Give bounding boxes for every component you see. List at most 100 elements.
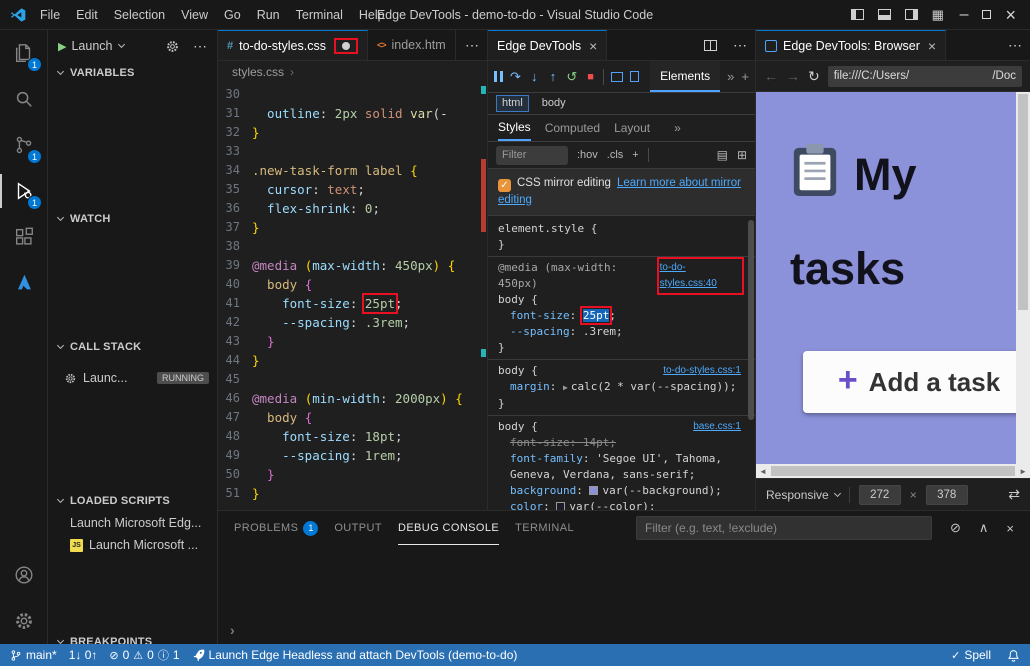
browser-screencast[interactable]: My tasks + Add a task ◄ ► xyxy=(756,92,1030,478)
activity-run-debug[interactable]: 1 xyxy=(0,168,47,214)
code-line[interactable]: 41 font-size: 25pt; xyxy=(218,294,487,313)
tab-problems[interactable]: PROBLEMS 1 xyxy=(234,511,318,545)
toggle-sidebar-icon[interactable] xyxy=(851,9,864,20)
css-property[interactable]: color: var(--color); xyxy=(488,499,755,510)
activity-extensions[interactable] xyxy=(0,214,47,260)
code-line[interactable]: 30 xyxy=(218,85,487,104)
maximize-panel-icon[interactable]: ∧ xyxy=(979,520,989,536)
minimize-button[interactable]: – xyxy=(960,0,969,30)
pause-icon[interactable] xyxy=(494,71,503,82)
loaded-script-item[interactable]: Launch Microsoft Edg... xyxy=(48,512,217,534)
forward-icon[interactable]: → xyxy=(786,68,800,84)
url-input[interactable]: file:///C:/Users/ /Doc xyxy=(828,66,1022,87)
activity-source-control[interactable]: 1 xyxy=(0,122,47,168)
code-line[interactable]: 42 --spacing: .3rem; xyxy=(218,313,487,332)
dom-breadcrumb-body[interactable]: body xyxy=(537,96,571,111)
more-actions-icon[interactable]: ⋯ xyxy=(193,38,207,55)
css-property[interactable]: font-family: 'Segoe UI', Tahoma, Geneva,… xyxy=(488,451,755,483)
git-branch-status[interactable]: main* xyxy=(10,648,57,662)
code-line[interactable]: 32} xyxy=(218,123,487,142)
color-swatch-icon[interactable] xyxy=(556,502,565,510)
tab-layout[interactable]: Layout xyxy=(614,115,650,141)
launch-config-dropdown[interactable]: Launch xyxy=(71,39,112,53)
code-line[interactable]: 36 flex-shrink: 0; xyxy=(218,199,487,218)
scrollbar-thumb[interactable] xyxy=(771,466,1015,476)
css-source-link[interactable]: base.css:1 xyxy=(693,419,741,435)
account-icon[interactable] xyxy=(0,552,47,598)
screencast-icon[interactable] xyxy=(611,72,622,82)
settings-gear-icon[interactable] xyxy=(0,598,47,644)
dom-breadcrumb-html[interactable]: html xyxy=(496,95,529,112)
call-stack-section-header[interactable]: CALL STACK xyxy=(48,336,217,358)
customize-layout-icon[interactable]: ▦ xyxy=(932,8,946,21)
menu-terminal[interactable]: Terminal xyxy=(288,0,351,30)
close-icon[interactable]: × xyxy=(589,38,597,54)
code-line[interactable]: 45 xyxy=(218,370,487,389)
restart-icon[interactable]: ↺ xyxy=(566,69,578,85)
add-tab-icon[interactable]: + xyxy=(741,69,749,84)
rotate-icon[interactable]: ⇄ xyxy=(1008,486,1020,503)
editor-actions-icon[interactable]: ⋯ xyxy=(457,30,487,60)
menu-edit[interactable]: Edit xyxy=(68,0,106,30)
code-line[interactable]: 46@media (min-width: 2000px) { xyxy=(218,389,487,408)
styles-pane[interactable]: element.style {}@media (max-width: 450px… xyxy=(488,216,755,510)
css-source-link[interactable]: to-do-styles.css:40 xyxy=(660,260,741,292)
tab-devtools-browser[interactable]: Edge DevTools: Browser × xyxy=(756,30,946,60)
close-button[interactable]: × xyxy=(1005,0,1016,30)
problems-status[interactable]: ⊘ 0 ⚠ 0 ⓘ 1 xyxy=(109,647,179,663)
code-line[interactable]: 38 xyxy=(218,237,487,256)
vertical-scrollbar[interactable] xyxy=(1016,92,1030,464)
styles-filter-input[interactable]: Filter xyxy=(496,146,568,165)
color-swatch-icon[interactable] xyxy=(589,486,598,495)
scrollbar-thumb[interactable] xyxy=(748,220,754,420)
code-line[interactable]: 50 } xyxy=(218,465,487,484)
debug-start-icon[interactable]: ▶ xyxy=(58,40,66,53)
sync-status[interactable]: 1↓ 0↑ xyxy=(69,648,98,662)
css-mirror-checkbox[interactable]: ✓ xyxy=(498,179,511,192)
menu-file[interactable]: File xyxy=(32,0,68,30)
new-style-rule-button[interactable]: + xyxy=(632,149,638,161)
activity-explorer[interactable]: 1 xyxy=(0,30,47,76)
menu-go[interactable]: Go xyxy=(216,0,249,30)
breakpoints-section-header[interactable]: BREAKPOINTS xyxy=(48,631,217,644)
notifications-status[interactable] xyxy=(1007,649,1020,662)
tab-styles[interactable]: Styles xyxy=(498,115,531,141)
scrollbar-thumb[interactable] xyxy=(1018,94,1028,310)
tab-terminal[interactable]: TERMINAL xyxy=(515,511,574,545)
debug-console[interactable]: › xyxy=(218,545,1030,644)
device-height-input[interactable]: 378 xyxy=(926,485,968,505)
split-editor-icon[interactable] xyxy=(696,30,725,60)
tab-elements[interactable]: Elements xyxy=(650,61,720,92)
device-width-input[interactable]: 272 xyxy=(859,485,901,505)
menu-view[interactable]: View xyxy=(173,0,216,30)
code-line[interactable]: 39@media (max-width: 450px) { xyxy=(218,256,487,275)
tab-index-htm[interactable]: <> index.htm xyxy=(368,30,456,60)
console-filter-input[interactable]: Filter (e.g. text, !exclude) xyxy=(636,516,932,540)
menu-run[interactable]: Run xyxy=(249,0,288,30)
element-class-button[interactable]: .cls xyxy=(607,149,624,161)
watch-section-header[interactable]: WATCH xyxy=(48,208,217,230)
code-line[interactable]: 33 xyxy=(218,142,487,161)
code-line[interactable]: 37} xyxy=(218,218,487,237)
rendering-emulation-icon[interactable]: ▤ xyxy=(717,148,728,162)
tab-debug-console[interactable]: DEBUG CONSOLE xyxy=(398,511,499,545)
step-over-icon[interactable]: ↷ xyxy=(510,69,522,85)
breadcrumb[interactable]: styles.css › xyxy=(218,61,487,83)
css-source-link[interactable]: to-do-styles.css:1 xyxy=(663,363,741,379)
more-panes-icon[interactable]: » xyxy=(674,121,681,135)
css-property[interactable]: background: var(--background); xyxy=(488,483,755,499)
toggle-secondary-sidebar-icon[interactable] xyxy=(905,9,918,20)
tab-to-do-styles-css[interactable]: # to-do-styles.css xyxy=(218,30,368,60)
close-panel-icon[interactable]: × xyxy=(1006,521,1014,536)
close-icon[interactable]: × xyxy=(928,38,936,54)
reload-icon[interactable]: ↻ xyxy=(808,68,820,85)
device-mode-dropdown[interactable]: Responsive xyxy=(766,488,840,502)
code-line[interactable]: 40 body { xyxy=(218,275,487,294)
call-stack-session[interactable]: Launc... RUNNING xyxy=(48,366,217,390)
add-task-button[interactable]: + Add a task xyxy=(803,351,1030,413)
loaded-script-item[interactable]: JS Launch Microsoft ... xyxy=(48,534,217,556)
scroll-right-icon[interactable]: ► xyxy=(1016,467,1030,476)
code-line[interactable]: 49 --spacing: 1rem; xyxy=(218,446,487,465)
toggle-panel-icon[interactable] xyxy=(878,9,891,20)
modified-dot-icon[interactable] xyxy=(342,42,350,50)
